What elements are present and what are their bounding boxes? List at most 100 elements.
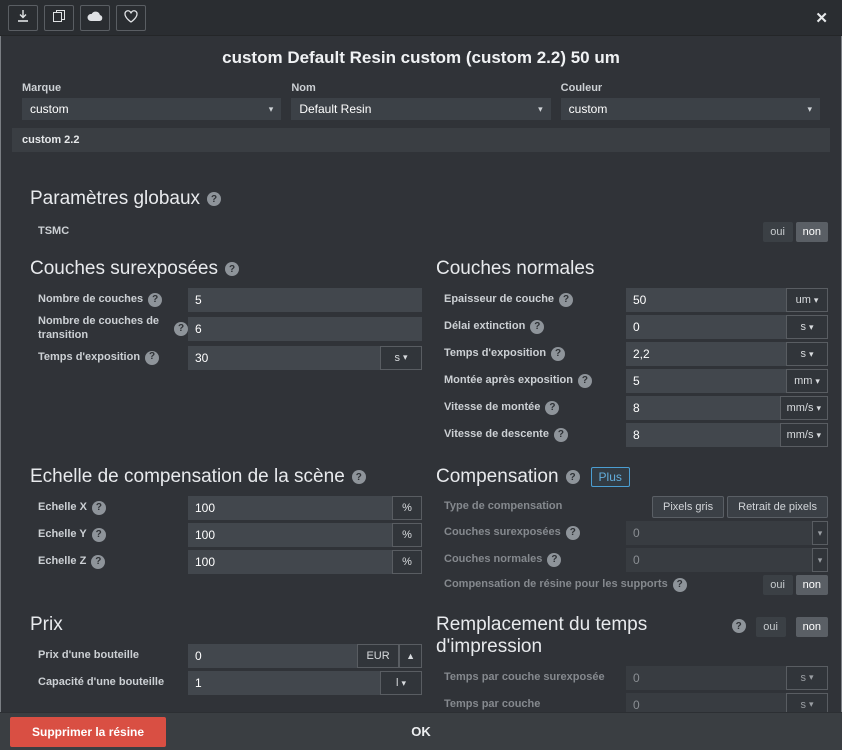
compensation-plus-button[interactable]: Plus	[591, 467, 630, 487]
epaisseur-couche-input[interactable]: 50	[626, 288, 786, 312]
compensation-normales-input[interactable]: 0	[626, 548, 812, 572]
nom-select[interactable]: Default Resin ▾	[291, 98, 550, 120]
echelle-y-input[interactable]: 100	[188, 523, 392, 547]
cloud-upload-button[interactable]	[80, 5, 110, 31]
time-override-header: Remplacement du temps d'impression ? oui…	[436, 614, 828, 658]
help-icon[interactable]: ?	[92, 501, 106, 515]
help-icon[interactable]: ?	[732, 619, 746, 633]
help-icon[interactable]: ?	[352, 470, 366, 484]
help-icon[interactable]: ?	[225, 262, 239, 276]
montee-apres-exposition-input[interactable]: 5	[626, 369, 786, 393]
help-icon[interactable]: ?	[673, 578, 687, 592]
help-icon[interactable]: ?	[559, 293, 573, 307]
help-icon[interactable]: ?	[545, 401, 559, 415]
field-label: Prix d'une bouteille	[38, 649, 188, 663]
unit-select[interactable]: mm ▾	[786, 369, 828, 393]
chevron-down-icon: ▾	[809, 322, 814, 333]
duplicate-button[interactable]	[44, 5, 74, 31]
help-icon[interactable]: ?	[174, 322, 188, 336]
retrait-de-pixels-button[interactable]: Retrait de pixels	[727, 496, 828, 518]
field-row: Prix d'une bouteille 0 EUR ▲	[38, 644, 422, 668]
cloud-icon	[87, 10, 103, 25]
unit-select[interactable]: mm/s ▾	[780, 396, 828, 420]
temps-couche-surexposee-input[interactable]: 0	[626, 666, 786, 690]
unit-select[interactable]: s ▾	[786, 342, 828, 366]
variant-item[interactable]: custom 2.2	[12, 128, 830, 152]
marque-value: custom	[30, 102, 69, 116]
currency-unit[interactable]: EUR	[357, 644, 399, 668]
compensation-surexposees-input[interactable]: 0	[626, 521, 812, 545]
field-row: Epaisseur de couche ? 50 um ▾	[444, 288, 828, 312]
tsmc-oui-button[interactable]: oui	[763, 222, 793, 242]
download-button[interactable]	[8, 5, 38, 31]
field-label: Temps par couche surexposée	[444, 671, 626, 685]
help-icon[interactable]: ?	[91, 555, 105, 569]
delai-extinction-input[interactable]: 0	[626, 315, 786, 339]
tsmc-non-button[interactable]: non	[796, 222, 828, 242]
unit-select[interactable]: s ▾	[380, 346, 422, 370]
time-override-oui-button[interactable]: oui	[756, 617, 786, 637]
couleur-value: custom	[569, 102, 608, 116]
vitesse-montee-input[interactable]: 8	[626, 396, 780, 420]
chevron-down-icon: ▾	[816, 430, 821, 441]
help-icon[interactable]: ?	[145, 351, 159, 365]
compensation-title: Compensation ? Plus	[436, 466, 828, 488]
global-params-title: Paramètres globaux ?	[30, 188, 828, 210]
echelle-z-input[interactable]: 100	[188, 550, 392, 574]
capacite-bouteille-input[interactable]: 1	[188, 671, 380, 695]
scale-title: Echelle de compensation de la scène ?	[30, 466, 422, 488]
vitesse-descente-input[interactable]: 8	[626, 423, 780, 447]
unit-select[interactable]: um ▾	[786, 288, 828, 312]
chevron-down-icon: ▾	[814, 295, 819, 306]
help-icon[interactable]: ?	[578, 374, 592, 388]
time-override-non-button[interactable]: non	[796, 617, 828, 637]
field-row: Echelle Y ? 100 %	[38, 523, 422, 547]
help-icon[interactable]: ?	[551, 347, 565, 361]
help-icon[interactable]: ?	[566, 470, 580, 484]
favorite-button[interactable]	[116, 5, 146, 31]
copy-icon	[52, 9, 66, 26]
field-label: Echelle Y ?	[38, 528, 188, 542]
close-button[interactable]: ✕	[809, 7, 834, 29]
unit-select[interactable]: s ▾	[786, 666, 828, 690]
help-icon[interactable]: ?	[92, 528, 106, 542]
nombre-couches-input[interactable]: 5	[188, 288, 422, 312]
unit-select[interactable]: mm/s ▾	[780, 423, 828, 447]
echelle-x-input[interactable]: 100	[188, 496, 392, 520]
delete-resin-button[interactable]: Supprimer la résine	[10, 717, 166, 747]
field-label: Couches surexposées ?	[444, 526, 626, 540]
marque-select[interactable]: custom ▾	[22, 98, 281, 120]
nom-label: Nom	[291, 82, 550, 94]
field-row: Couches surexposées ? 0 ▾	[444, 521, 828, 545]
heart-icon	[124, 10, 138, 26]
field-row: Temps par couche surexposée 0 s ▾	[444, 666, 828, 690]
supports-oui-button[interactable]: oui	[763, 575, 793, 595]
field-row: Temps d'exposition ? 2,2 s ▾	[444, 342, 828, 366]
currency-dropdown-button[interactable]: ▲	[399, 644, 422, 668]
temps-exposition-surexposees-input[interactable]: 30	[188, 346, 380, 370]
chevron-down-icon: ▾	[815, 376, 820, 387]
help-icon[interactable]: ?	[547, 553, 561, 567]
help-icon[interactable]: ?	[148, 293, 162, 307]
unit-select[interactable]: s ▾	[786, 315, 828, 339]
pixels-gris-button[interactable]: Pixels gris	[652, 496, 724, 518]
unit-select[interactable]: l ▾	[380, 671, 422, 695]
supports-row: Compensation de résine pour les supports…	[444, 575, 828, 595]
help-icon[interactable]: ?	[207, 192, 221, 206]
field-label: Epaisseur de couche ?	[444, 293, 626, 307]
scale-section: Echelle de compensation de la scène ? Ec…	[30, 450, 422, 598]
field-label: Vitesse de montée ?	[444, 401, 626, 415]
time-override-section: Remplacement du temps d'impression ? oui…	[436, 598, 828, 720]
prix-bouteille-input[interactable]: 0	[188, 644, 357, 668]
help-icon[interactable]: ?	[554, 428, 568, 442]
field-label: Capacité d'une bouteille	[38, 676, 188, 690]
unit-select[interactable]: ▾	[812, 521, 828, 545]
help-icon[interactable]: ?	[530, 320, 544, 334]
couleur-select[interactable]: custom ▾	[561, 98, 820, 120]
supports-non-button[interactable]: non	[796, 575, 828, 595]
help-icon[interactable]: ?	[566, 526, 580, 540]
couches-transition-input[interactable]: 6	[188, 317, 422, 341]
temps-exposition-input[interactable]: 2,2	[626, 342, 786, 366]
unit-select[interactable]: ▾	[812, 548, 828, 572]
compensation-section: Compensation ? Plus Type de compensation…	[436, 450, 828, 598]
